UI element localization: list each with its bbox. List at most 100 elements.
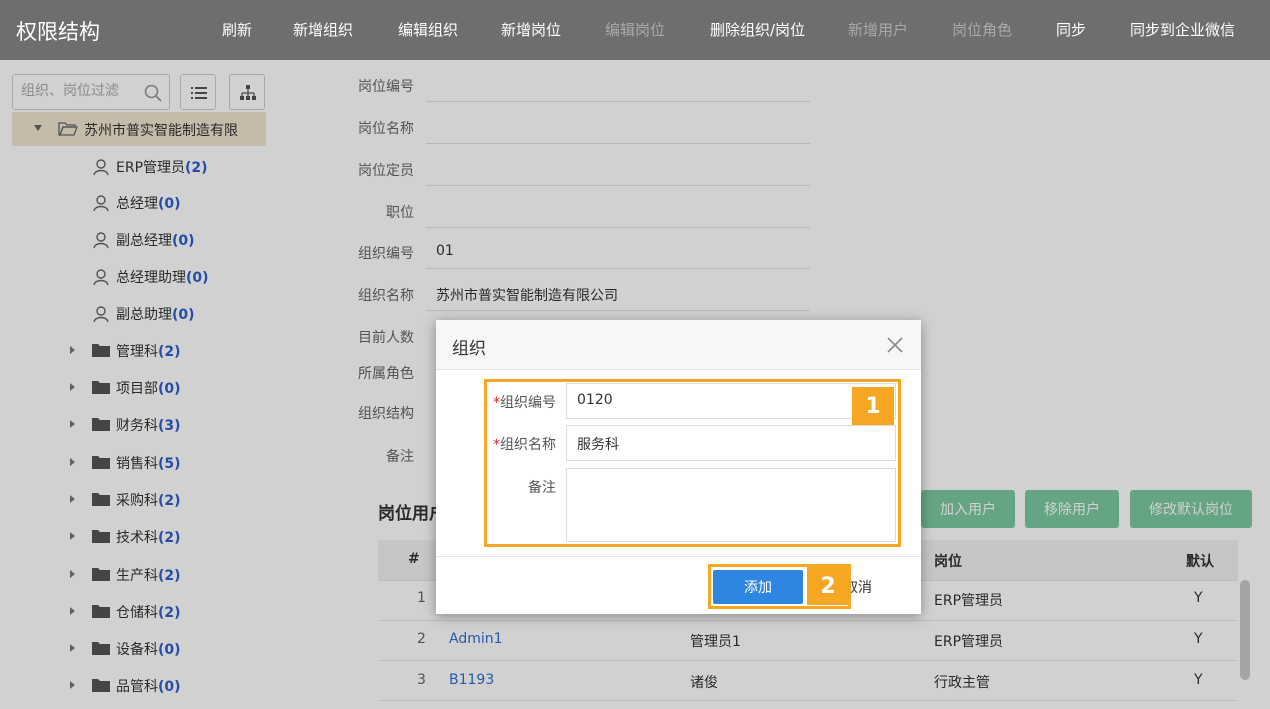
role-name: 总经理 [116,196,158,212]
row-user-name: 管理员1 [690,634,741,650]
org-code-label: 组织编号 [358,246,414,262]
role-count: (0) [172,233,195,249]
dept-count: (5) [158,456,181,472]
divider [426,185,810,186]
table-scrollbar[interactable] [1240,580,1250,680]
set-default-position-button[interactable]: 修改默认岗位 [1130,490,1252,528]
caret-right-icon[interactable] [70,681,75,689]
role-count: (0) [158,196,181,212]
role-name: 总经理助理 [116,270,186,286]
row-position: 行政主管 [934,675,990,691]
dept-name: 品管科 [116,679,158,695]
divider [426,143,810,144]
dept-name: 财务科 [116,418,158,434]
dept-name: 技术科 [116,530,158,546]
folder-icon [92,642,110,655]
caret-right-icon[interactable] [70,607,75,615]
caret-right-icon[interactable] [70,420,75,428]
divider [378,620,1238,621]
role-count: (2) [185,160,208,176]
job-level-label: 职位 [386,205,414,221]
delete-org-position-button[interactable]: 删除组织/岗位 [710,19,805,40]
dept-name: 管理科 [116,344,158,360]
add-user-to-position-button[interactable]: 加入用户 [921,490,1015,528]
position-name-label: 岗位名称 [358,121,414,137]
folder-icon [92,605,110,618]
caret-right-icon[interactable] [70,458,75,466]
row-index: 2 [417,631,426,647]
dept-count: (2) [158,568,181,584]
col-position-header[interactable]: 岗位 [934,551,962,571]
dept-count: (2) [158,493,181,509]
position-code-label: 岗位编号 [358,79,414,95]
divider [436,556,921,557]
divider [378,660,1238,661]
dept-name: 生产科 [116,568,158,584]
tree-root-label: 苏州市普实智能制造有限 [84,123,238,139]
search-icon[interactable] [143,83,163,103]
org-structure-label: 组织结构 [358,406,414,422]
tree-root-node[interactable]: 苏州市普实智能制造有限 [12,112,266,146]
folder-open-icon [58,122,78,136]
row-position: ERP管理员 [934,593,1004,609]
add-org-button[interactable]: 新增组织 [293,19,353,40]
list-view-button[interactable] [180,74,216,110]
org-code-value[interactable]: 01 [436,243,454,259]
user-icon [93,269,109,286]
org-filter-box [12,74,170,110]
top-toolbar: 权限结构 刷新 新增组织 编辑组织 新增岗位 编辑岗位 删除组织/岗位 新增用户… [0,0,1270,60]
user-icon [93,232,109,249]
dept-count: (2) [158,344,181,360]
row-user-code-link[interactable]: B1193 [449,672,494,688]
folder-icon [92,381,110,394]
role-count: (0) [186,270,209,286]
edit-position-button[interactable]: 编辑岗位 [605,19,665,40]
role-name: ERP管理员 [116,160,186,176]
sync-button[interactable]: 同步 [1056,19,1086,40]
edit-org-button[interactable]: 编辑组织 [398,19,458,40]
org-name-label: 组织名称 [358,288,414,304]
row-default: Y [1194,631,1203,647]
dept-count: (3) [158,418,181,434]
divider [426,227,810,228]
divider [426,101,810,102]
row-user-code-link[interactable]: Admin1 [449,631,503,647]
folder-icon [92,418,110,431]
sync-wecom-button[interactable]: 同步到企业微信 [1130,19,1235,40]
role-name: 副总经理 [116,233,172,249]
col-default-header[interactable]: 默认 [1186,551,1214,571]
user-icon [93,306,109,323]
caret-right-icon[interactable] [70,532,75,540]
role-name: 副总助理 [116,307,172,323]
row-user-name: 诸俊 [690,675,718,691]
caret-right-icon[interactable] [70,495,75,503]
dept-name: 销售科 [116,456,158,472]
position-roles-button[interactable]: 岗位角色 [952,19,1012,40]
org-filter-input[interactable] [21,83,139,99]
add-user-button[interactable]: 新增用户 [848,19,908,40]
user-icon [93,159,109,176]
tree-view-button[interactable] [229,74,265,110]
dialog-header: 组织 [436,320,921,370]
caret-right-icon[interactable] [70,346,75,354]
list-icon [191,87,207,99]
position-quota-label: 岗位定员 [358,163,414,179]
headcount-label: 目前人数 [358,330,414,346]
refresh-button[interactable]: 刷新 [222,19,252,40]
highlight-box-fields [484,379,901,547]
dept-count: (2) [158,530,181,546]
caret-down-icon[interactable] [34,125,42,131]
folder-icon [92,493,110,506]
dept-count: (2) [158,605,181,621]
remove-user-button[interactable]: 移除用户 [1025,490,1119,528]
add-position-button[interactable]: 新增岗位 [501,19,561,40]
org-name-value[interactable]: 苏州市普实智能制造有限公司 [436,285,618,305]
user-icon [93,195,109,212]
caret-right-icon[interactable] [70,644,75,652]
row-index: 3 [417,672,426,688]
close-icon[interactable] [885,335,905,355]
caret-right-icon[interactable] [70,383,75,391]
caret-right-icon[interactable] [70,570,75,578]
step-badge-1: 1 [852,387,894,425]
page-title: 权限结构 [16,20,100,44]
